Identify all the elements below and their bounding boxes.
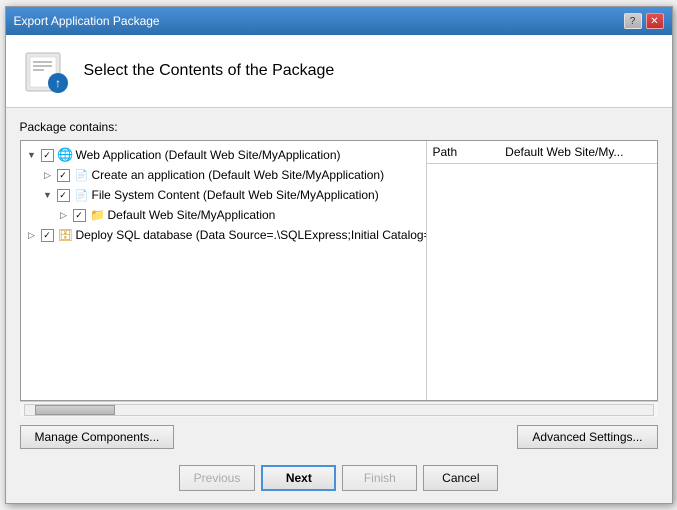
svg-text:↑: ↑	[55, 76, 61, 90]
right-panel: Path Default Web Site/My...	[427, 141, 657, 400]
dialog-footer: Previous Next Finish Cancel	[6, 457, 672, 503]
h-scrollbar[interactable]	[24, 404, 654, 416]
tree-item-text: Web Application (Default Web Site/MyAppl…	[76, 148, 341, 162]
tree-item-text: Deploy SQL database (Data Source=.\SQLEx…	[76, 228, 427, 242]
tree-item[interactable]: ▼ 🌐 Web Application (Default Web Site/My…	[21, 145, 426, 165]
dialog-body: Package contains: ▼ 🌐 Web Application (D…	[6, 108, 672, 457]
h-scrollbar-thumb	[35, 405, 115, 415]
tree-item[interactable]: ▼ 📄 File System Content (Default Web Sit…	[21, 185, 426, 205]
tree-item[interactable]: ▷ 📄 Create an application (Default Web S…	[21, 165, 426, 185]
expand-arrow[interactable]: ▼	[25, 148, 39, 162]
previous-button[interactable]: Previous	[179, 465, 256, 491]
dialog: Export Application Package ? ✕ ↑ Select …	[5, 6, 673, 504]
checkbox[interactable]	[41, 149, 54, 162]
package-label: Package contains:	[20, 120, 658, 134]
db-icon: 🗄	[58, 227, 74, 243]
tree-panel[interactable]: ▼ 🌐 Web Application (Default Web Site/My…	[21, 141, 427, 400]
checkbox[interactable]	[73, 209, 86, 222]
advanced-settings-button[interactable]: Advanced Settings...	[517, 425, 657, 449]
app-icon: 📄	[74, 167, 90, 183]
tree-item-text: Create an application (Default Web Site/…	[92, 168, 385, 182]
expand-arrow[interactable]: ▷	[41, 168, 55, 182]
col-default-header: Default Web Site/My...	[505, 145, 650, 159]
title-bar-controls: ? ✕	[624, 13, 664, 29]
tree-item-text: Default Web Site/MyApplication	[108, 208, 276, 222]
header-title: Select the Contents of the Package	[84, 62, 335, 80]
col-path-header: Path	[433, 145, 506, 159]
checkbox[interactable]	[57, 189, 70, 202]
folder-icon: 📁	[90, 207, 106, 223]
title-bar: Export Application Package ? ✕	[6, 7, 672, 35]
dialog-header: ↑ Select the Contents of the Package	[6, 35, 672, 108]
dialog-title: Export Application Package	[14, 14, 160, 28]
checkbox[interactable]	[41, 229, 54, 242]
tree-item-text: File System Content (Default Web Site/My…	[92, 188, 379, 202]
close-button[interactable]: ✕	[646, 13, 664, 29]
tree-item[interactable]: ▷ 🗄 Deploy SQL database (Data Source=.\S…	[21, 225, 426, 245]
scrollbar-row	[20, 401, 658, 417]
tree-item[interactable]: ▷ 📁 Default Web Site/MyApplication	[21, 205, 426, 225]
content-area: ▼ 🌐 Web Application (Default Web Site/My…	[20, 140, 658, 401]
finish-button[interactable]: Finish	[342, 465, 417, 491]
checkbox[interactable]	[57, 169, 70, 182]
footer-buttons: Previous Next Finish Cancel	[20, 465, 658, 491]
help-button[interactable]: ?	[624, 13, 642, 29]
globe-icon: 🌐	[58, 147, 74, 163]
header-icon: ↑	[22, 47, 70, 95]
app-icon: 📄	[74, 187, 90, 203]
manage-components-button[interactable]: Manage Components...	[20, 425, 175, 449]
right-panel-header: Path Default Web Site/My...	[427, 141, 657, 164]
next-button[interactable]: Next	[261, 465, 336, 491]
expand-arrow[interactable]: ▼	[41, 188, 55, 202]
expand-arrow[interactable]: ▷	[57, 208, 71, 222]
cancel-button[interactable]: Cancel	[423, 465, 498, 491]
dialog-actions-top: Manage Components... Advanced Settings..…	[20, 417, 658, 449]
expand-arrow[interactable]: ▷	[25, 228, 39, 242]
